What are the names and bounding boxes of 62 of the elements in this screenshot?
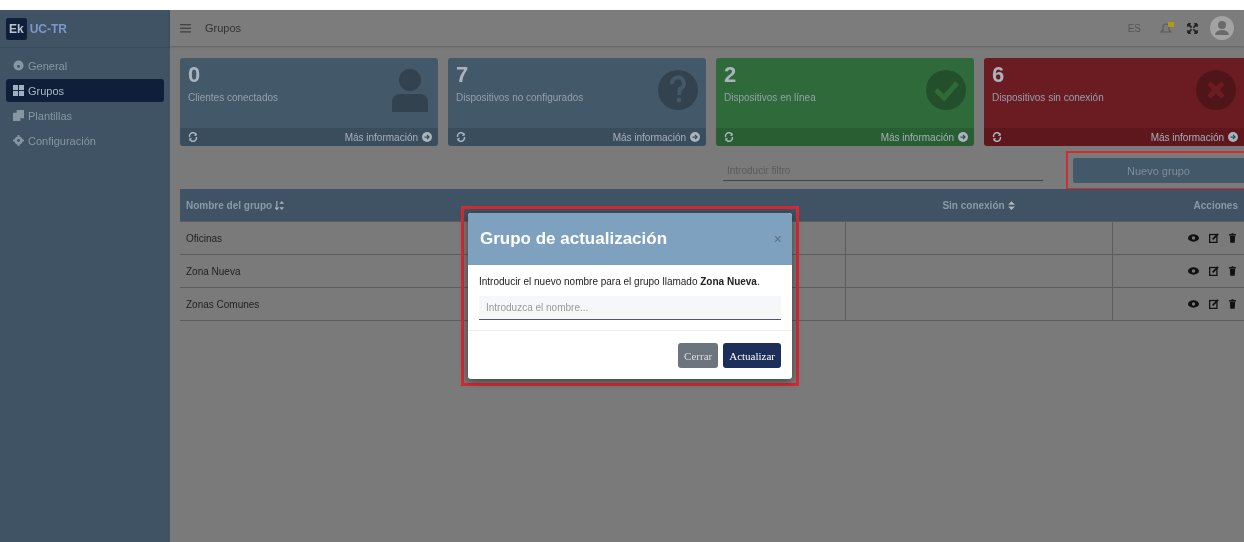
- stat-count: 2: [724, 62, 738, 88]
- table-cell: Zonas Comunes: [186, 298, 260, 310]
- page-title: Grupos: [205, 22, 242, 34]
- sort-down-icon: [275, 200, 285, 210]
- stat-count: 7: [456, 62, 470, 88]
- stat-label: Dispositivos no configurados: [456, 92, 584, 103]
- sidebar-item[interactable]: Plantillas: [6, 104, 164, 127]
- sidebar-item[interactable]: Configuración: [6, 129, 164, 152]
- cross-icon: [1196, 68, 1236, 112]
- stat-label: Dispositivos sin conexión: [992, 92, 1104, 103]
- trash-icon: [1229, 266, 1236, 276]
- eye-icon: [1188, 300, 1199, 308]
- sidebar-item[interactable]: General: [6, 54, 164, 77]
- app-name: UC-TR: [29, 21, 67, 36]
- expand-icon: [1187, 22, 1198, 34]
- settings-icon: [13, 135, 24, 146]
- close-button[interactable]: ×: [773, 231, 782, 247]
- new-group-button[interactable]: Nuevo grupo: [1073, 158, 1244, 183]
- trash-icon: [1229, 299, 1236, 309]
- edit-icon: [1209, 266, 1219, 276]
- sort-icon: [1007, 200, 1015, 210]
- refresh-icon: [992, 132, 1002, 142]
- arrow-circle-icon: [1228, 132, 1238, 142]
- logo-badge: Ek: [6, 17, 27, 40]
- avatar-icon: [1210, 16, 1234, 40]
- copies-icon: [13, 110, 24, 121]
- column-header[interactable]: Sin conexión: [845, 189, 1112, 221]
- refresh-icon: [456, 132, 466, 142]
- stat-count: 6: [992, 62, 1006, 88]
- dashboard-icon: [13, 60, 24, 71]
- arrow-circle-icon: [690, 132, 700, 142]
- more-info-link[interactable]: Más información: [344, 131, 432, 143]
- stat-label: Dispositivos en línea: [724, 92, 816, 103]
- arrow-circle-icon: [958, 132, 968, 142]
- close-dialog-button[interactable]: Cerrar: [678, 343, 719, 368]
- dialog-message: Introducir el nuevo nombre para el grupo llamado Zona Nueva.: [479, 276, 761, 287]
- update-button[interactable]: Actualizar: [723, 343, 781, 368]
- table-cell: Zona Nueva: [186, 265, 241, 277]
- menu-icon: [180, 23, 191, 33]
- bell-icon: [1159, 21, 1175, 35]
- trash-icon: [1229, 233, 1236, 243]
- edit-icon: [1209, 233, 1219, 243]
- user-icon: [390, 68, 430, 112]
- stat-label: Clientes conectados: [188, 92, 279, 103]
- stat-count: 0: [188, 62, 202, 88]
- refresh-icon: [724, 132, 734, 142]
- arrow-circle-icon: [422, 132, 432, 142]
- sidebar-item[interactable]: Grupos: [6, 79, 164, 102]
- more-info-link[interactable]: Más información: [880, 131, 968, 143]
- question-icon: [658, 68, 698, 112]
- more-info-link[interactable]: Más información: [612, 131, 700, 143]
- table-cell: Oficinas: [186, 232, 223, 244]
- edit-icon: [1209, 299, 1219, 309]
- refresh-icon: [188, 132, 198, 142]
- more-info-link[interactable]: Más información: [1150, 131, 1238, 143]
- name-input-field[interactable]: Introduzca el nombre...: [479, 296, 781, 320]
- grid-icon: [13, 85, 24, 96]
- check-icon: [926, 68, 966, 112]
- eye-icon: [1188, 267, 1199, 275]
- eye-icon: [1188, 234, 1199, 242]
- column-header[interactable]: Acciones: [1112, 189, 1244, 221]
- dialog-title: Grupo de actualización: [480, 229, 668, 249]
